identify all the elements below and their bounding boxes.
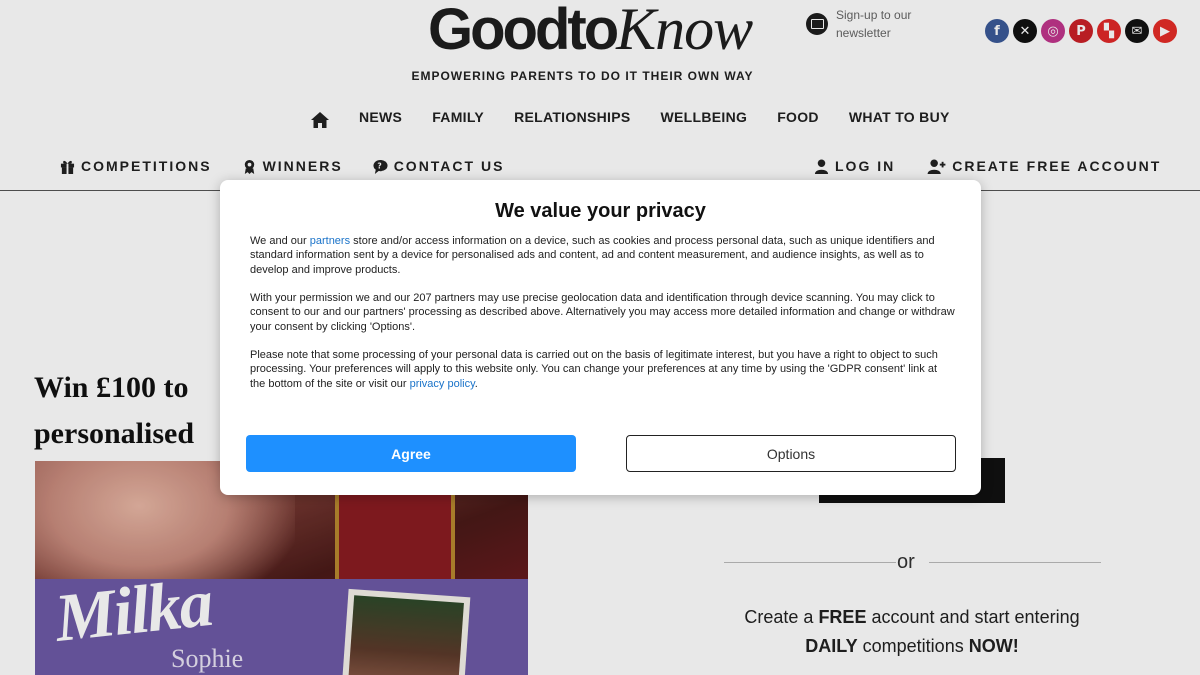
partners-link[interactable]: partners — [310, 235, 350, 247]
privacy-policy-link[interactable]: privacy policy — [410, 378, 475, 390]
p3-text-after: . — [474, 377, 478, 390]
dialog-title: We value your privacy — [495, 200, 706, 222]
p1-text-before: We and our — [250, 235, 310, 247]
consent-paragraph-3: Please note that some processing of your… — [250, 348, 955, 391]
consent-paragraph-1: We and our partners store and/or access … — [250, 234, 955, 277]
p1-text-after: store and/or access information on a dev… — [250, 235, 935, 276]
privacy-consent-dialog: We value your privacy We and our partner… — [220, 180, 981, 495]
options-button[interactable]: Options — [626, 435, 956, 472]
p3-text-before: Please note that some processing of your… — [250, 349, 938, 390]
agree-button[interactable]: Agree — [246, 435, 576, 472]
consent-paragraph-2: With your permission we and our 207 part… — [250, 292, 955, 333]
